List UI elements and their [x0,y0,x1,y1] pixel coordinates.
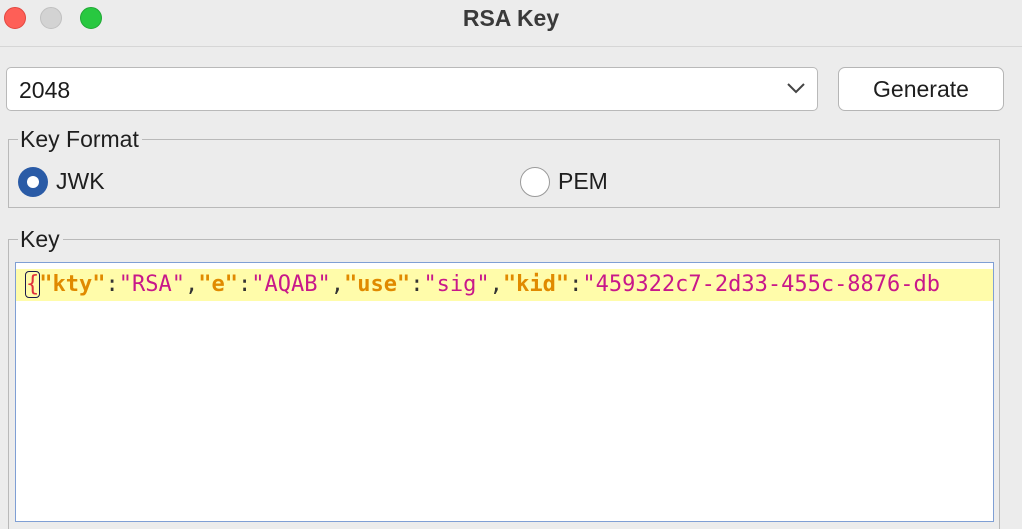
colon: : [569,272,583,297]
json-value-use: "sig" [423,272,490,297]
title-separator [0,46,1022,47]
key-format-group [8,139,1000,208]
comma: , [184,272,199,297]
comma: , [330,272,344,297]
title-bar: RSA Key [0,0,1022,36]
json-key-kid: "kid" [502,272,570,297]
json-value-kty: "RSA" [118,272,185,297]
comma: , [489,272,503,297]
generate-button[interactable]: Generate [838,67,1004,111]
radio-checked-icon [18,167,48,197]
colon: : [237,272,252,297]
chevron-down-icon [787,83,805,94]
open-brace: { [24,271,41,298]
code-line: {"kty":"RSA","e":"AQAB","use":"sig","kid… [24,270,941,300]
radio-unchecked-icon [520,167,550,197]
json-key-e: "e" [198,272,238,297]
json-key-kty: "kty" [39,272,106,297]
json-value-kid: "459322c7-2d33-455c-8876-db [582,272,941,297]
window-title: RSA Key [462,5,560,31]
key-legend: Key [18,226,63,252]
json-value-e: "AQAB" [251,272,331,297]
key-editor[interactable]: {"kty":"RSA","e":"AQAB","use":"sig","kid… [15,262,994,522]
colon: : [410,272,424,297]
pem-radio-label: PEM [558,168,608,194]
jwk-radio-label: JWK [56,168,105,194]
key-size-select[interactable]: 2048 [6,67,818,111]
key-format-legend: Key Format [18,126,142,152]
colon: : [105,272,119,297]
json-key-use: "use" [343,272,411,297]
key-size-value: 2048 [19,77,71,103]
